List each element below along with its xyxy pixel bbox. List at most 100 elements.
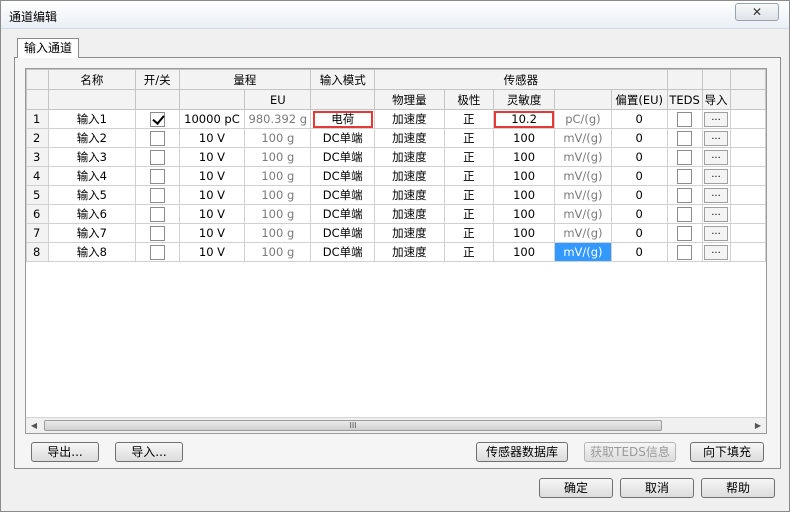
input-mode-cell[interactable]: DC单端 (310, 147, 376, 167)
channel-name[interactable]: 输入1 (47, 109, 136, 129)
polarity-cell[interactable]: 正 (443, 223, 495, 243)
teds-checkbox[interactable] (677, 130, 693, 146)
range-cell[interactable]: 10000 pC (178, 109, 246, 129)
scrollbar-thumb[interactable]: III (44, 420, 662, 431)
channel-name[interactable]: 输入4 (47, 166, 136, 186)
close-button[interactable]: ✕ (735, 3, 779, 21)
header-sensitivity[interactable]: 灵敏度 (493, 89, 556, 110)
range-cell[interactable]: 10 V (178, 223, 246, 243)
row-number[interactable]: 5 (26, 185, 49, 205)
get-teds-info-button[interactable]: 获取TEDS信息 (584, 442, 676, 462)
polarity-cell[interactable]: 正 (443, 185, 495, 205)
header-physical[interactable]: 物理量 (374, 89, 445, 110)
header-import[interactable]: 导入 (701, 89, 731, 110)
sensitivity-cell[interactable]: 100 (493, 223, 556, 243)
channel-name[interactable]: 输入6 (47, 204, 136, 224)
header-input-mode[interactable]: 输入模式 (310, 69, 376, 90)
channel-name[interactable]: 输入3 (47, 147, 136, 167)
channel-name[interactable]: 输入7 (47, 223, 136, 243)
header-sensor[interactable]: 传感器 (374, 69, 668, 90)
header-polarity[interactable]: 极性 (443, 89, 495, 110)
enable-checkbox[interactable] (149, 149, 165, 165)
offset-cell[interactable]: 0 (610, 204, 668, 224)
polarity-cell[interactable]: 正 (443, 109, 495, 129)
row-number[interactable]: 6 (26, 204, 49, 224)
range-cell[interactable]: 10 V (178, 204, 246, 224)
import-browse-button[interactable]: ... (704, 149, 729, 165)
polarity-cell[interactable]: 正 (443, 242, 495, 262)
sensitivity-cell[interactable]: 100 (493, 147, 556, 167)
physical-cell[interactable]: 加速度 (374, 109, 445, 129)
header-teds[interactable]: TEDS (666, 89, 703, 110)
sensitivity-cell[interactable]: 100 (493, 128, 556, 148)
sensitivity-cell[interactable]: 10.2 (493, 109, 556, 129)
ok-button[interactable]: 确定 (539, 478, 613, 498)
sensitivity-cell[interactable]: 100 (493, 204, 556, 224)
unit-cell-selected[interactable]: mV/(g) (554, 242, 612, 262)
fill-down-button[interactable]: 向下填充 (690, 442, 764, 462)
header-name[interactable]: 名称 (47, 69, 136, 90)
import-browse-button[interactable]: ... (704, 206, 729, 222)
enable-checkbox[interactable] (149, 187, 165, 203)
enable-checkbox[interactable] (149, 225, 165, 241)
enable-checkbox[interactable] (149, 130, 165, 146)
range-cell[interactable]: 10 V (178, 166, 246, 186)
horizontal-scrollbar[interactable]: ◀ III ▶ (26, 417, 766, 433)
polarity-cell[interactable]: 正 (443, 166, 495, 186)
import-button[interactable]: 导入... (115, 442, 183, 462)
input-mode-cell[interactable]: DC单端 (310, 223, 376, 243)
teds-checkbox[interactable] (677, 187, 693, 203)
polarity-cell[interactable]: 正 (443, 128, 495, 148)
offset-cell[interactable]: 0 (610, 109, 668, 129)
channel-name[interactable]: 输入5 (47, 185, 136, 205)
import-browse-button[interactable]: ... (704, 225, 729, 241)
physical-cell[interactable]: 加速度 (374, 147, 445, 167)
enable-checkbox[interactable] (149, 111, 165, 127)
channel-name[interactable]: 输入2 (47, 128, 136, 148)
import-browse-button[interactable]: ... (704, 111, 729, 127)
input-mode-cell[interactable]: DC单端 (310, 242, 376, 262)
offset-cell[interactable]: 0 (610, 223, 668, 243)
input-mode-cell[interactable]: DC单端 (310, 128, 376, 148)
physical-cell[interactable]: 加速度 (374, 204, 445, 224)
offset-cell[interactable]: 0 (610, 242, 668, 262)
import-browse-button[interactable]: ... (704, 244, 729, 260)
offset-cell[interactable]: 0 (610, 128, 668, 148)
offset-cell[interactable]: 0 (610, 166, 668, 186)
sensitivity-cell[interactable]: 100 (493, 242, 556, 262)
input-mode-cell[interactable]: DC单端 (310, 185, 376, 205)
row-number[interactable]: 8 (26, 242, 49, 262)
range-cell[interactable]: 10 V (178, 128, 246, 148)
scroll-left-icon[interactable]: ◀ (26, 418, 42, 433)
export-button[interactable]: 导出... (31, 442, 99, 462)
scroll-right-icon[interactable]: ▶ (750, 418, 766, 433)
input-mode-cell[interactable]: 电荷 (310, 109, 376, 129)
row-number[interactable]: 7 (26, 223, 49, 243)
cancel-button[interactable]: 取消 (620, 478, 694, 498)
header-offset[interactable]: 偏置(EU) (610, 89, 668, 110)
row-number[interactable]: 3 (26, 147, 49, 167)
channel-name[interactable]: 输入8 (47, 242, 136, 262)
physical-cell[interactable]: 加速度 (374, 242, 445, 262)
input-mode-cell[interactable]: DC单端 (310, 166, 376, 186)
teds-checkbox[interactable] (677, 149, 693, 165)
row-number[interactable]: 1 (26, 109, 49, 129)
header-range[interactable]: 量程 (178, 69, 312, 90)
import-browse-button[interactable]: ... (704, 168, 729, 184)
input-mode-cell[interactable]: DC单端 (310, 204, 376, 224)
physical-cell[interactable]: 加速度 (374, 223, 445, 243)
teds-checkbox[interactable] (677, 244, 693, 260)
sensor-database-button[interactable]: 传感器数据库 (476, 442, 568, 462)
teds-checkbox[interactable] (677, 168, 693, 184)
teds-checkbox[interactable] (677, 225, 693, 241)
row-number[interactable]: 4 (26, 166, 49, 186)
range-cell[interactable]: 10 V (178, 242, 246, 262)
range-cell[interactable]: 10 V (178, 185, 246, 205)
teds-checkbox[interactable] (677, 206, 693, 222)
teds-checkbox[interactable] (677, 111, 693, 127)
polarity-cell[interactable]: 正 (443, 204, 495, 224)
range-cell[interactable]: 10 V (178, 147, 246, 167)
offset-cell[interactable]: 0 (610, 147, 668, 167)
import-browse-button[interactable]: ... (704, 130, 729, 146)
polarity-cell[interactable]: 正 (443, 147, 495, 167)
